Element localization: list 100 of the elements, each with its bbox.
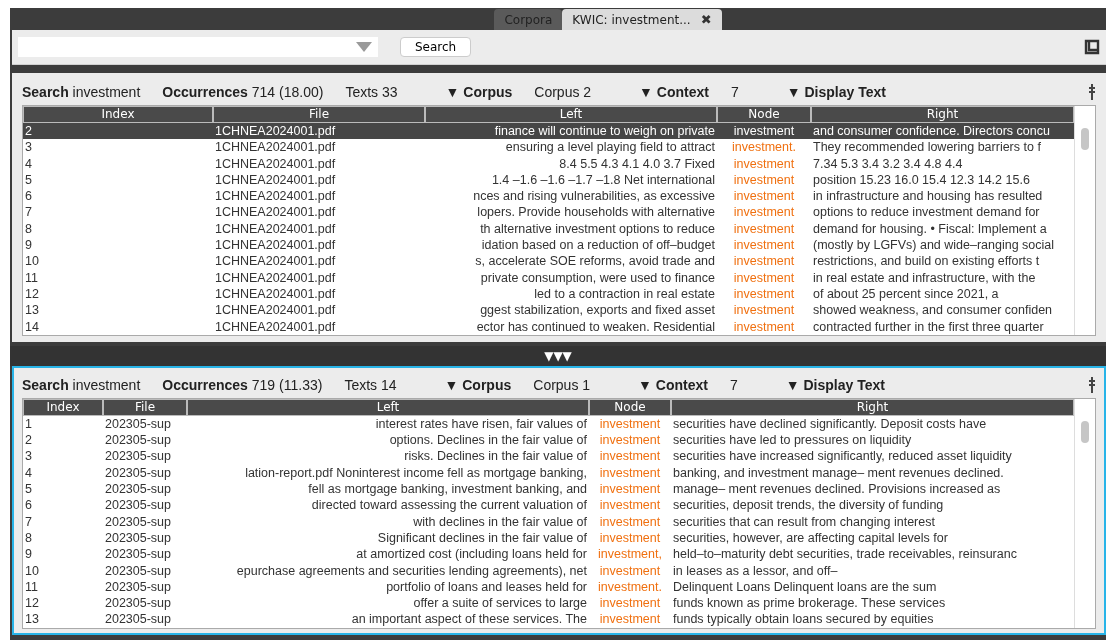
table-cell-text: options to reduce investment demand for (812, 204, 1041, 221)
table-cell-text: investment (598, 415, 662, 433)
table-cell-text: 1CHNEA2024001.pdf (214, 220, 337, 238)
column-header[interactable]: Left (425, 106, 717, 123)
table-cell-text: in leases as a lessor, and off– (672, 562, 839, 579)
table-cell-text: lation-report.pdf Noninterest income fell as mortgage banking, (244, 464, 588, 482)
corpus-menu[interactable]: ▼ Corpus (444, 376, 512, 393)
table-cell-text: 1.4 –1.6 –1.6 –1.7 –1.8 Net international (490, 171, 716, 189)
table-cell-text: private consumption, were used to finance (479, 269, 716, 286)
pin-icon[interactable] (1088, 84, 1096, 100)
table-cell-text: 6 (24, 497, 33, 514)
column-header[interactable]: File (103, 398, 187, 416)
table-cell-text: 14 (24, 318, 40, 335)
table-cell-text: investment (598, 464, 662, 482)
table-cell-text: of about 25 percent since 2021, a (812, 285, 1000, 303)
column-header[interactable]: Node (589, 398, 671, 416)
column-header[interactable]: Index (23, 106, 213, 123)
table-cell-text: 202305-sup (104, 481, 173, 498)
table-cell-text: investment (598, 481, 662, 498)
table-cell-text: 13 (24, 611, 40, 628)
table-cell-text: investment (732, 237, 796, 254)
column-header[interactable]: Right (671, 398, 1074, 416)
table-cell-text: securities that can result from changing interest (672, 513, 936, 530)
splitter-bar[interactable]: ▼▼▼ (10, 345, 1106, 366)
display-text-menu[interactable]: ▼ Display Text (785, 376, 885, 393)
table-cell-text: 1CHNEA2024001.pdf (214, 155, 337, 172)
occurrences-count: Occurrences 719 (11.33) (162, 376, 323, 393)
table-cell-text: securities, deposit trends, the diversity of funding (672, 497, 945, 514)
table-cell-text: investment (598, 497, 662, 514)
table-cell-text: 11 (24, 578, 39, 596)
table-cell-text: investment (732, 285, 796, 303)
table-cell-text: investment (732, 220, 796, 238)
texts-count: Texts 33 (345, 84, 398, 100)
table-cell-text: 7.34 5.3 3.4 3.2 3.4 4.8 4.4 (812, 155, 964, 172)
table-cell-text: 9 (24, 546, 33, 563)
close-icon[interactable]: ✖ (700, 12, 712, 27)
table-cell-text: funds known as prime brokerage. These services (672, 595, 947, 612)
column-header[interactable]: Left (187, 398, 589, 416)
corpus-name: Corpus 2 (534, 84, 592, 100)
table-cell-text: 4 (24, 155, 33, 172)
table-cell-text: 8 (24, 529, 33, 547)
table-cell-text: offer a suite of services to large (412, 595, 588, 612)
table-cell-text: 8 (24, 220, 33, 238)
table-cell-text: funds typically obtain loans secured by equities (672, 611, 935, 628)
scrollbar-thumb[interactable] (1081, 128, 1089, 150)
table-cell-text: in real estate and infrastructure, with the (812, 269, 1037, 286)
column-header[interactable]: Node (717, 106, 811, 123)
table-cell-text: 202305-sup (104, 546, 173, 563)
table-cell-text: investment (732, 318, 796, 335)
table-cell-text: demand for housing. • Fiscal: Implement a (812, 220, 1048, 238)
table-cell-text: 202305-sup (104, 513, 173, 530)
table-cell-text: 1CHNEA2024001.pdf (214, 285, 337, 303)
context-value: 7 (729, 376, 738, 393)
table-cell-text: (mostly by LGFVs) and wide–ranging social (812, 237, 1056, 254)
table-cell-text: securities have increased significantly, reduced asset liquidity (672, 448, 1013, 465)
table-cell-text: 202305-sup (104, 497, 173, 514)
table-cell-text: portfolio of loans and leases held for (385, 578, 588, 596)
display-text-menu[interactable]: ▼ Display Text (786, 84, 886, 100)
table-cell-text: investment (598, 562, 662, 579)
table-cell-text: investment (598, 529, 662, 547)
table-cell-text: interest rates have risen, fair values of (374, 415, 588, 433)
column-header[interactable]: File (213, 106, 425, 123)
table-cell-text: investment (732, 253, 796, 270)
column-header[interactable]: Index (23, 398, 103, 416)
table-cell-text: held–to–maturity debt securities, trade receivables, reinsuranc (672, 546, 1018, 563)
table-cell-text: and consumer confidence. Directors concu (812, 123, 1051, 140)
table-cell-text: investment (732, 155, 796, 172)
context-menu[interactable]: ▼ Context (639, 84, 709, 100)
table-cell-text: with declines in the fair value of (412, 513, 588, 530)
table-cell-text: 1CHNEA2024001.pdf (214, 253, 337, 270)
table-cell-text: 7 (24, 513, 33, 530)
table-cell-text: investment (732, 171, 796, 189)
table-cell-text: 8.4 5.5 4.3 4.1 4.0 3.7 Fixed (558, 155, 716, 172)
pin-icon[interactable] (1088, 376, 1096, 393)
table-cell-text: 10 (24, 562, 40, 579)
table-cell-text: 2 (24, 123, 33, 140)
table-cell-text: investment (732, 204, 796, 221)
search-button[interactable]: Search (400, 37, 472, 57)
table-cell-text: 1CHNEA2024001.pdf (214, 204, 337, 221)
column-header[interactable]: Right (811, 106, 1074, 123)
table-cell-text: 12 (24, 285, 40, 303)
table-cell-text: 202305-sup (104, 562, 173, 579)
context-menu[interactable]: ▼ Context (638, 376, 708, 393)
scrollbar-thumb[interactable] (1081, 420, 1089, 443)
search-field[interactable] (18, 37, 378, 57)
table-cell-text: 1CHNEA2024001.pdf (214, 171, 337, 189)
table-cell-text: 202305-sup (104, 448, 173, 465)
table-cell-text: investment (598, 448, 662, 465)
table-cell-text: 1CHNEA2024001.pdf (214, 318, 337, 335)
table-cell-text: 12 (24, 595, 40, 612)
table-cell-text: th alternative investment options to reduce (479, 220, 716, 238)
table-cell-text: Significant declines in the fair value of (376, 529, 588, 547)
detach-icon[interactable] (1084, 39, 1100, 55)
tab[interactable]: KWIC: investment... ✖ (562, 9, 722, 30)
table-cell-text: 202305-sup (104, 611, 173, 628)
table-cell-text: led to a contraction in real estate (533, 285, 716, 303)
table-cell-text: Delinquent Loans Delinquent loans are the sum (672, 578, 938, 596)
table-cell-text: options. Declines in the fair value of (388, 432, 588, 449)
table-cell-text: 202305-sup (104, 432, 173, 449)
corpus-menu[interactable]: ▼ Corpus (445, 84, 513, 100)
